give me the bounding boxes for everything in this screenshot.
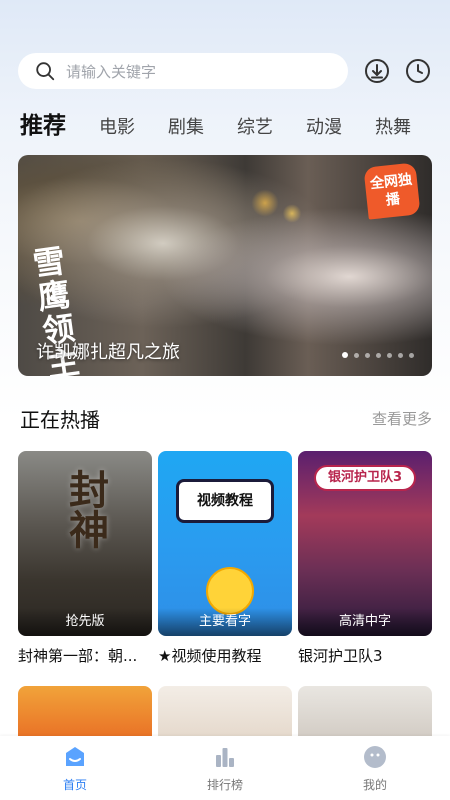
tab-anime[interactable]: 动漫	[306, 113, 342, 139]
carousel-dot[interactable]	[365, 352, 370, 358]
section-header: 正在热播 查看更多	[20, 404, 432, 433]
tab-variety[interactable]: 综艺	[237, 113, 273, 139]
tab-recommend[interactable]: 推荐	[20, 106, 66, 140]
poster-title-art: 封神	[62, 469, 109, 549]
carousel-dot[interactable]	[387, 352, 392, 358]
nav-profile-label: 我的	[362, 778, 387, 792]
poster-title-art: 视频教程	[176, 479, 274, 523]
section-title: 正在热播	[20, 408, 100, 432]
home-icon	[66, 747, 84, 766]
poster-image: 视频教程 主要看字	[158, 451, 292, 636]
video-card[interactable]: 视频教程 主要看字 ★视频使用教程	[158, 451, 292, 666]
card-title: 封神第一部：朝...	[18, 647, 138, 665]
carousel-dot[interactable]	[376, 352, 381, 358]
tab-series[interactable]: 剧集	[168, 113, 204, 139]
poster-tag: 抢先版	[18, 608, 152, 636]
card-title: ★视频使用教程	[158, 647, 262, 665]
banner-lights	[238, 175, 328, 245]
carousel-dot[interactable]	[342, 352, 348, 358]
nav-profile[interactable]: 我的	[300, 736, 450, 800]
category-tabs: 推荐 电影 剧集 综艺 动漫 热舞	[20, 106, 450, 140]
poster-title-art: 银河护卫队3	[314, 465, 416, 491]
poster-image: 封神 抢先版	[18, 451, 152, 636]
exclusive-badge: 全网独播	[363, 162, 421, 220]
nav-ranking-label: 排行榜	[206, 778, 243, 792]
profile-icon	[364, 746, 386, 768]
chart-icon	[216, 748, 234, 767]
search-placeholder: 请输入关键字	[66, 62, 157, 81]
poster-tag: 高清中字	[298, 608, 432, 636]
search-row: 请输入关键字	[18, 52, 436, 90]
nav-home[interactable]: 首页	[0, 736, 150, 800]
card-title: 银河护卫队3	[298, 647, 383, 665]
search-input[interactable]: 请输入关键字	[18, 53, 348, 89]
history-icon[interactable]	[405, 58, 431, 84]
poster-image: 银河护卫队3 高清中字	[298, 451, 432, 636]
carousel-dot[interactable]	[398, 352, 403, 358]
video-card[interactable]: 银河护卫队3 高清中字 银河护卫队3	[298, 451, 432, 666]
video-card[interactable]: 封神 抢先版 封神第一部：朝...	[18, 451, 152, 666]
bottom-nav: 首页 排行榜 我的	[0, 736, 450, 800]
carousel-dot[interactable]	[354, 352, 359, 358]
banner-title: 许凯娜扎超凡之旅	[36, 342, 180, 363]
download-icon[interactable]	[364, 58, 390, 84]
poster-tag: 主要看字	[158, 608, 292, 636]
banner-carousel[interactable]: 雪鹰领主 全网独播 许凯娜扎超凡之旅	[18, 155, 432, 376]
carousel-dot[interactable]	[409, 352, 414, 358]
carousel-dots	[342, 352, 414, 358]
tab-dance[interactable]: 热舞	[375, 113, 411, 139]
search-icon	[36, 62, 55, 81]
tab-movies[interactable]: 电影	[99, 113, 135, 139]
nav-home-label: 首页	[62, 778, 87, 792]
nav-ranking[interactable]: 排行榜	[150, 736, 300, 800]
see-more-link[interactable]: 查看更多	[372, 408, 432, 429]
